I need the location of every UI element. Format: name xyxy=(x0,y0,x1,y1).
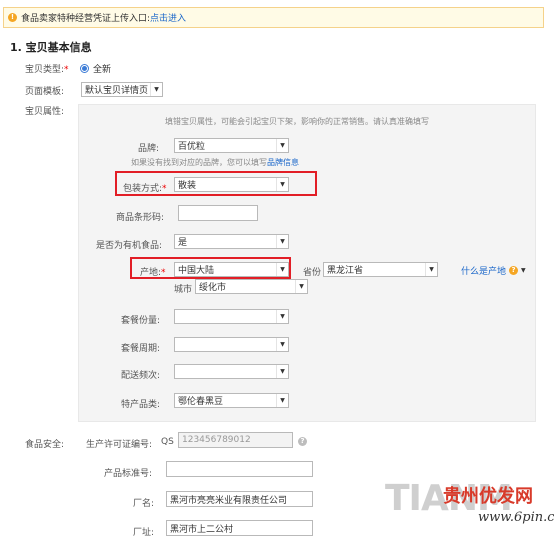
origin-select[interactable]: 中国大陆 ▼ xyxy=(174,262,289,277)
question-icon: ? xyxy=(509,266,519,275)
chevron-down-icon: ▼ xyxy=(276,178,288,191)
brand-hint: 如果没有找到对应的品牌，您可以填写品牌信息 xyxy=(131,158,299,167)
factory-address-label: 厂址: xyxy=(133,528,155,538)
brand-label: 品牌: xyxy=(138,144,160,154)
package-size-label: 套餐份量: xyxy=(121,316,161,326)
barcode-label: 商品条形码: xyxy=(116,213,165,223)
radio-checked-icon xyxy=(80,64,89,73)
food-safety-label: 食品安全: xyxy=(25,440,65,450)
notice-text: 食品卖家特种经营凭证上传入口: xyxy=(21,14,151,24)
notice-bar: ! 食品卖家特种经营凭证上传入口: 点击进入 xyxy=(3,7,544,28)
standard-label: 产品标准号: xyxy=(104,469,153,479)
brand-info-link[interactable]: 品牌信息 xyxy=(267,158,299,167)
factory-address-input[interactable]: 黑河市上二公村 xyxy=(166,520,313,536)
page-template-select[interactable]: 默认宝贝详情页 ▼ xyxy=(81,82,163,97)
factory-name-input[interactable]: 黑河市亮亮米业有限责任公司 xyxy=(166,491,313,507)
attributes-hint: 填错宝贝属性，可能会引起宝贝下架，影响你的正常销售。请认真准确填写 xyxy=(165,117,429,126)
city-select[interactable]: 绥化市 ▼ xyxy=(195,279,308,294)
organic-select[interactable]: 是 ▼ xyxy=(174,234,289,249)
brand-select[interactable]: 百优粒 ▼ xyxy=(174,138,289,153)
chevron-down-icon: ▼ xyxy=(276,263,288,276)
packaging-select[interactable]: 散装 ▼ xyxy=(174,177,289,192)
chevron-down-icon: ▼ xyxy=(276,338,288,351)
help-icon[interactable]: ? xyxy=(298,437,307,446)
qs-prefix: QS xyxy=(161,437,174,447)
package-period-select[interactable]: ▼ xyxy=(174,337,289,352)
province-select[interactable]: 黑龙江省 ▼ xyxy=(323,262,438,277)
chevron-down-icon: ▼ xyxy=(276,365,288,378)
section-title: 1. 宝贝基本信息 xyxy=(10,41,92,54)
delivery-frequency-select[interactable]: ▼ xyxy=(174,364,289,379)
chevron-down-icon: ▼ xyxy=(521,267,526,274)
standard-input[interactable] xyxy=(166,461,313,477)
specialty-select[interactable]: 鄂伦春黑豆 ▼ xyxy=(174,393,289,408)
watermark-url: www.6pin.cn xyxy=(478,510,554,525)
chevron-down-icon: ▼ xyxy=(295,280,307,293)
chevron-down-icon: ▼ xyxy=(276,310,288,323)
item-type-label: 宝贝类型:* xyxy=(25,65,69,75)
chevron-down-icon: ▼ xyxy=(276,235,288,248)
item-type-new-radio[interactable]: 全新 xyxy=(80,62,111,75)
packaging-label: 包装方式:* xyxy=(123,184,167,194)
warning-icon: ! xyxy=(8,13,17,22)
specialty-label: 特产品类: xyxy=(121,400,161,410)
license-label: 生产许可证编号: xyxy=(86,440,153,450)
package-size-select[interactable]: ▼ xyxy=(174,309,289,324)
origin-label: 产地:* xyxy=(140,268,166,278)
item-type-option: 全新 xyxy=(93,65,112,75)
chevron-down-icon: ▼ xyxy=(276,394,288,407)
attributes-label: 宝贝属性: xyxy=(25,107,65,117)
license-input[interactable]: 123456789012 xyxy=(178,432,293,448)
chevron-down-icon: ▼ xyxy=(425,263,437,276)
page-template-label: 页面模板: xyxy=(25,87,65,97)
package-period-label: 套餐周期: xyxy=(121,344,161,354)
chevron-down-icon: ▼ xyxy=(150,83,162,96)
factory-name-label: 厂名: xyxy=(133,499,155,509)
notice-link[interactable]: 点击进入 xyxy=(150,11,186,24)
province-label: 省份 xyxy=(303,268,322,278)
delivery-frequency-label: 配送频次: xyxy=(121,371,161,381)
barcode-input[interactable] xyxy=(178,205,258,221)
city-label: 城市 xyxy=(174,285,193,295)
watermark-site-name: 贵州优发网 xyxy=(443,486,533,507)
organic-label: 是否为有机食品: xyxy=(96,241,163,251)
chevron-down-icon: ▼ xyxy=(276,139,288,152)
origin-help-link[interactable]: 什么是产地 ? ▼ xyxy=(461,264,526,277)
